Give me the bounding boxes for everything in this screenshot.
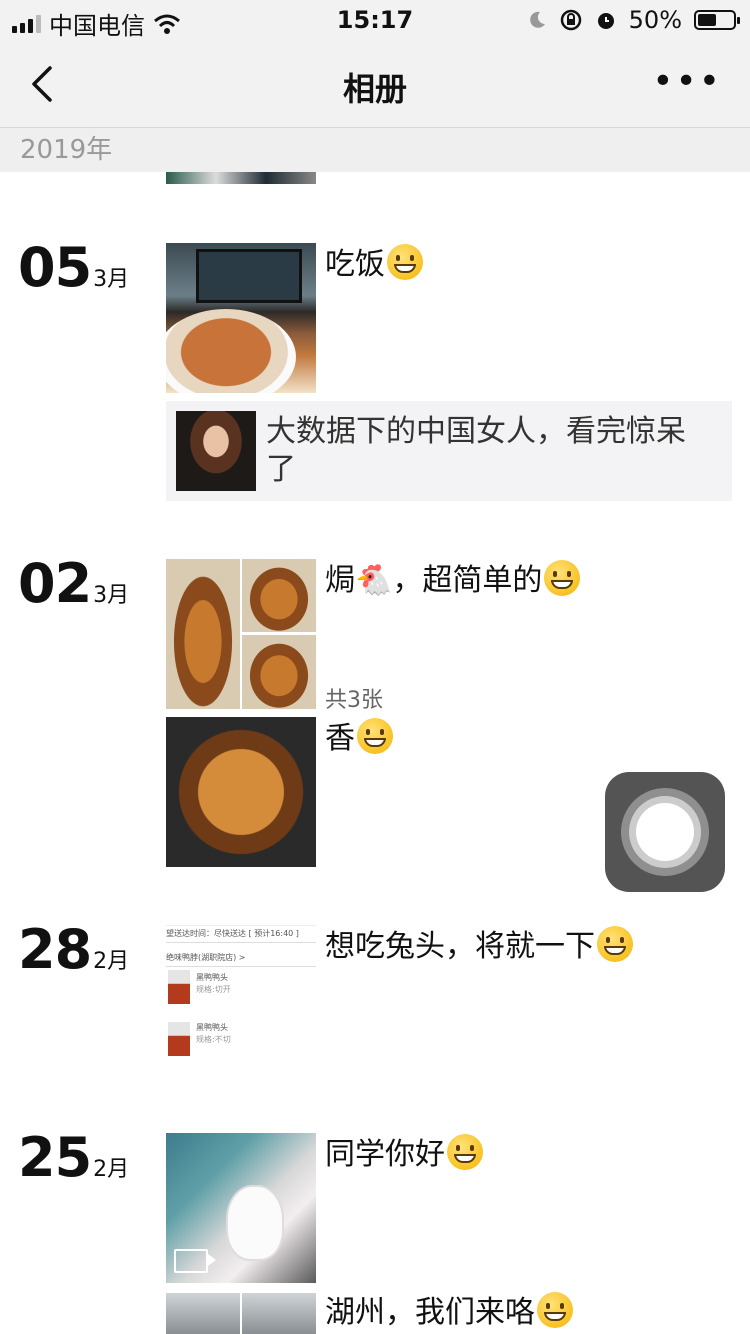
- status-bar: 中国电信 15:17 50%: [0, 0, 750, 42]
- alarm-icon: [597, 13, 614, 29]
- orientation-lock-icon: [560, 9, 581, 31]
- post-caption: 想吃兔头，将就一下: [325, 926, 633, 967]
- chicken-emoji-icon: 🐔: [355, 563, 393, 598]
- more-icon[interactable]: •••: [652, 64, 722, 100]
- thinking-emoji-icon: [544, 560, 581, 596]
- post-day: 28: [18, 918, 92, 981]
- post-caption: 焗🐔，超简单的: [325, 560, 581, 601]
- photo-thumbnail[interactable]: [166, 1293, 240, 1334]
- photo-thumbnail[interactable]: 望送达时间：尽快送达 [ 预计16:40 ] 绝味鸭脖(湖职院店) > 黑鸭鸭头…: [166, 925, 316, 1076]
- top-bar: 中国电信 15:17 50% 相册 •••: [0, 0, 750, 128]
- photo-thumbnail[interactable]: [242, 559, 316, 632]
- page-title: 相册: [342, 70, 407, 108]
- grin-emoji-icon: [387, 244, 423, 280]
- shared-link-title: 大数据下的中国女人，看完惊呆了: [266, 414, 686, 487]
- photo-thumbnail[interactable]: [166, 243, 316, 393]
- post-day: 02: [18, 552, 92, 615]
- smile-emoji-icon: [597, 926, 633, 962]
- post-date: 02 3月: [18, 552, 129, 615]
- post-month: 3月: [93, 267, 130, 292]
- photo-thumbnail[interactable]: [166, 717, 316, 867]
- grin-emoji-icon: [357, 718, 393, 754]
- photo-thumbnail[interactable]: [166, 559, 240, 709]
- post-month: 2月: [93, 1157, 130, 1182]
- post-caption: 吃饭: [325, 244, 423, 285]
- photo-thumbnail[interactable]: [242, 635, 316, 709]
- post-caption: 香: [325, 718, 393, 759]
- post-caption: 湖州，我们来咯: [325, 1292, 573, 1333]
- laugh-tears-emoji-icon: [447, 1134, 483, 1170]
- post-month: 3月: [93, 583, 130, 608]
- video-thumbnail[interactable]: [166, 1133, 316, 1283]
- post-month: 2月: [93, 949, 130, 974]
- video-icon: [174, 1249, 216, 1273]
- post-date: 25 2月: [18, 1126, 129, 1189]
- shared-link-card[interactable]: 大数据下的中国女人，看完惊呆了: [166, 401, 732, 501]
- post-caption: 同学你好: [325, 1134, 483, 1175]
- shared-link-thumbnail: [176, 411, 256, 491]
- post-day: 05: [18, 236, 92, 299]
- photo-count: 共3张: [325, 688, 383, 713]
- battery-icon: [694, 10, 740, 30]
- moon-icon: [529, 11, 545, 28]
- post-date: 05 3月: [18, 236, 129, 299]
- year-header: 2019年: [0, 128, 750, 172]
- photo-thumbnail[interactable]: [166, 172, 316, 184]
- battery-percent: 50%: [628, 6, 682, 34]
- nav-bar: 相册 •••: [0, 42, 750, 128]
- photo-thumbnail[interactable]: [242, 1293, 316, 1334]
- assistive-touch-icon[interactable]: [605, 772, 725, 892]
- post-day: 25: [18, 1126, 92, 1189]
- grin-emoji-icon: [537, 1292, 573, 1328]
- post-date: 28 2月: [18, 918, 129, 981]
